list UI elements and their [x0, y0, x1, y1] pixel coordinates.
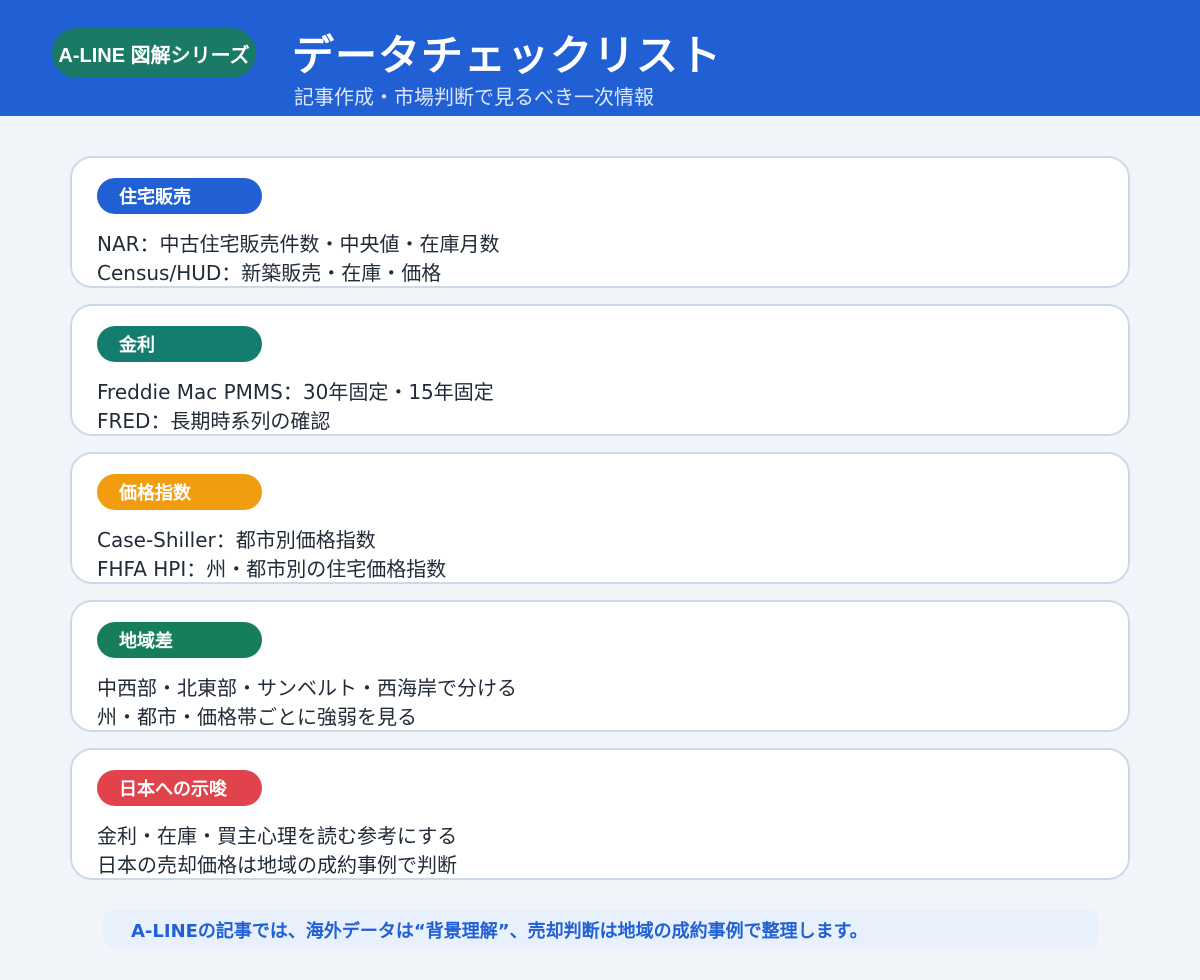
series-badge: A-LINE 図解シリーズ [52, 28, 256, 78]
card-interest-rates: 金利 Freddie Mac PMMS：30年固定・15年固定 FRED：長期時… [70, 304, 1130, 436]
card-line: Census/HUD：新築販売・在庫・価格 [97, 261, 442, 285]
card-line: FRED：長期時系列の確認 [97, 409, 331, 433]
page-subtitle: 記事作成・市場判断で見るべき一次情報 [294, 85, 654, 109]
card-line: 日本の売却価格は地域の成約事例で判断 [97, 853, 457, 877]
header-banner: A-LINE 図解シリーズ データチェックリスト 記事作成・市場判断で見るべき一… [0, 0, 1200, 116]
card-line: Freddie Mac PMMS：30年固定・15年固定 [97, 380, 494, 404]
card-price-index: 価格指数 Case-Shiller：都市別価格指数 FHFA HPI：州・都市別… [70, 452, 1130, 584]
card-line: FHFA HPI：州・都市別の住宅価格指数 [97, 557, 447, 581]
card-line: NAR：中古住宅販売件数・中央値・在庫月数 [97, 232, 500, 256]
page-title: データチェックリスト [292, 31, 723, 80]
card-japan-implications: 日本への示唆 金利・在庫・買主心理を読む参考にする 日本の売却価格は地域の成約事… [70, 748, 1130, 880]
footer-note: A-LINEの記事では、海外データは“背景理解”、売却判断は地域の成約事例で整理… [103, 910, 1098, 947]
category-tag: 地域差 [97, 622, 262, 658]
card-line: Case-Shiller：都市別価格指数 [97, 528, 376, 552]
category-tag: 日本への示唆 [97, 770, 262, 806]
category-tag: 住宅販売 [97, 178, 262, 214]
category-tag: 価格指数 [97, 474, 262, 510]
card-regional-differences: 地域差 中西部・北東部・サンベルト・西海岸で分ける 州・都市・価格帯ごとに強弱を… [70, 600, 1130, 732]
category-tag: 金利 [97, 326, 262, 362]
card-line: 金利・在庫・買主心理を読む参考にする [97, 824, 458, 848]
card-housing-sales: 住宅販売 NAR：中古住宅販売件数・中央値・在庫月数 Census/HUD：新築… [70, 156, 1130, 288]
card-line: 州・都市・価格帯ごとに強弱を見る [97, 705, 417, 729]
card-line: 中西部・北東部・サンベルト・西海岸で分ける [97, 676, 517, 700]
